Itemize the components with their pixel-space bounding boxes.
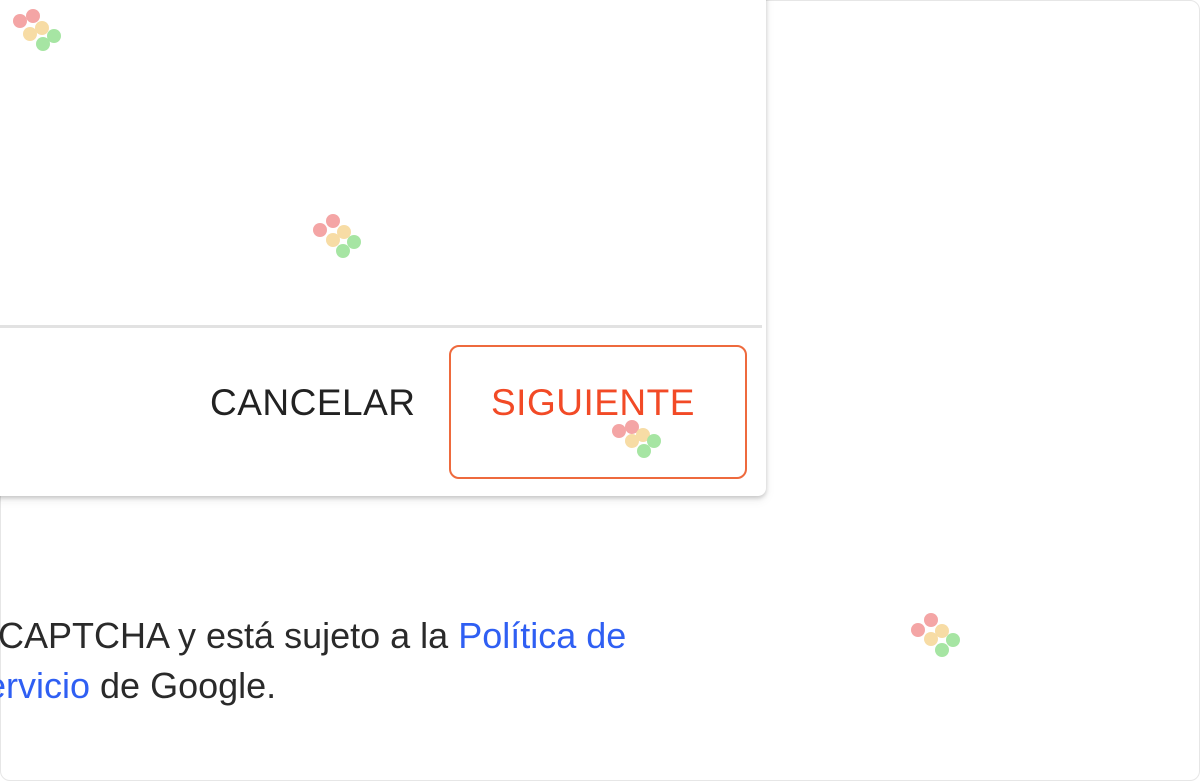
- watermark-dots-icon: [612, 420, 664, 462]
- recaptcha-notice: CAPTCHA y está sujeto a la Política de e…: [0, 611, 626, 711]
- watermark-dots-icon: [13, 9, 65, 51]
- notice-line-2: ervicio de Google.: [0, 661, 626, 711]
- wm-dot: [924, 613, 938, 627]
- wm-dot: [313, 223, 327, 237]
- cancel-button[interactable]: CANCELAR: [210, 382, 416, 424]
- wm-dot: [946, 633, 960, 647]
- privacy-policy-link[interactable]: Política de: [458, 615, 626, 656]
- wm-dot: [326, 214, 340, 228]
- wm-dot: [36, 37, 50, 51]
- watermark-dots-icon: [313, 214, 365, 258]
- terms-of-service-link[interactable]: ervicio: [0, 665, 90, 706]
- notice-line-1: CAPTCHA y está sujeto a la Política de: [0, 611, 626, 661]
- dialog-body: [0, 0, 766, 325]
- wm-dot: [935, 643, 949, 657]
- wm-dot: [911, 623, 925, 637]
- notice-text: CAPTCHA y está sujeto a la: [0, 615, 459, 656]
- wm-dot: [637, 444, 651, 458]
- wm-dot: [336, 244, 350, 258]
- dialog-actions: CANCELAR SIGUIENTE: [0, 328, 766, 496]
- wm-dot: [612, 424, 626, 438]
- wm-dot: [13, 14, 27, 28]
- watermark-dots-icon: [911, 613, 963, 657]
- notice-text-end: de Google.: [90, 665, 277, 706]
- next-button[interactable]: SIGUIENTE: [491, 382, 695, 424]
